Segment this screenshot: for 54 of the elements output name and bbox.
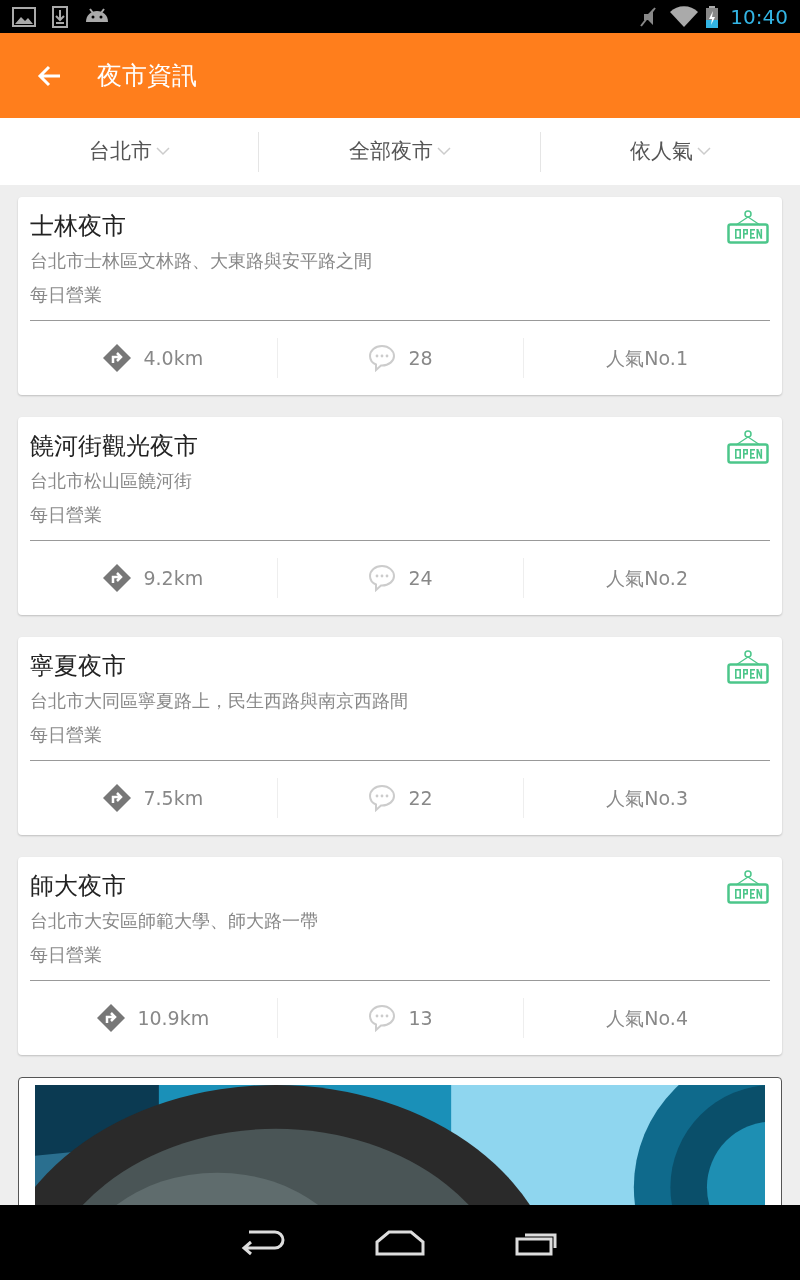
popularity-rank: 人氣No.2 xyxy=(606,565,688,591)
directions-icon xyxy=(103,344,132,372)
market-address: 台北市士林區文林路、大東路與安平路之間 xyxy=(30,249,372,273)
market-name: 饒河街觀光夜市 xyxy=(30,431,198,462)
back-nav-button[interactable] xyxy=(239,1229,285,1256)
distance: 10.9km xyxy=(137,1005,210,1031)
comment-count: 28 xyxy=(408,345,433,371)
comment-icon xyxy=(368,784,397,812)
mute-icon xyxy=(638,5,659,28)
image-icon xyxy=(12,6,36,27)
chevron-down-icon xyxy=(697,147,711,156)
market-card[interactable]: 士林夜市 台北市士林區文林路、大東路與安平路之間 每日營業 4.0km 28 人氣No.1 xyxy=(18,197,782,395)
comment-icon xyxy=(368,564,397,592)
popularity-rank: 人氣No.1 xyxy=(606,345,688,371)
download-icon xyxy=(52,5,68,28)
distance: 9.2km xyxy=(143,565,204,591)
distance: 7.5km xyxy=(143,785,204,811)
comment-icon xyxy=(368,1004,397,1032)
market-address: 台北市松山區饒河街 xyxy=(30,469,193,493)
opening-hours: 每日營業 xyxy=(30,943,103,967)
market-name: 師大夜市 xyxy=(30,871,127,902)
opening-hours: 每日營業 xyxy=(30,503,103,527)
market-name: 士林夜市 xyxy=(30,211,127,242)
market-card[interactable]: 師大夜市 台北市大安區師範大學、師大路一帶 每日營業 10.9km 13 人氣No.4 xyxy=(18,857,782,1055)
opening-hours: 每日營業 xyxy=(30,723,103,747)
market-address: 台北市大同區寧夏路上，民生西路與南京西路間 xyxy=(30,689,408,713)
home-icon xyxy=(375,1229,425,1256)
back-icon xyxy=(239,1229,285,1256)
chevron-down-icon xyxy=(155,147,170,156)
screen-title: 夜市資訊 xyxy=(97,59,197,92)
comment-icon xyxy=(368,344,397,372)
filter-dropdown[interactable]: 全部夜市 xyxy=(348,135,451,168)
popularity-rank: 人氣No.3 xyxy=(606,785,688,811)
directions-icon xyxy=(103,784,132,812)
back-arrow-icon xyxy=(37,64,61,87)
market-card[interactable]: 寧夏夜市 台北市大同區寧夏路上，民生西路與南京西路間 每日營業 7.5km 22 人氣No.3 xyxy=(18,637,782,835)
comment-count: 24 xyxy=(408,565,433,591)
directions-icon xyxy=(97,1004,126,1032)
market-address: 台北市大安區師範大學、師大路一帶 xyxy=(30,909,318,933)
comment-count: 22 xyxy=(408,785,433,811)
chevron-down-icon xyxy=(436,147,451,156)
clock-time: 10:40 xyxy=(730,3,788,31)
market-name: 寧夏夜市 xyxy=(30,651,127,682)
comment-count: 13 xyxy=(408,1005,433,1031)
home-nav-button[interactable] xyxy=(375,1229,425,1256)
battery-icon xyxy=(706,5,719,28)
market-card[interactable]: 饒河街觀光夜市 台北市松山區饒河街 每日營業 9.2km 24 人氣No.2 xyxy=(18,417,782,615)
filter-dropdown[interactable]: 台北市 xyxy=(88,135,170,168)
directions-icon xyxy=(103,564,132,592)
opening-hours: 每日營業 xyxy=(30,283,103,307)
filter-dropdown[interactable]: 依人氣 xyxy=(630,135,711,168)
popularity-rank: 人氣No.4 xyxy=(606,1005,688,1031)
distance: 4.0km xyxy=(143,345,204,371)
wifi-icon xyxy=(670,5,699,28)
